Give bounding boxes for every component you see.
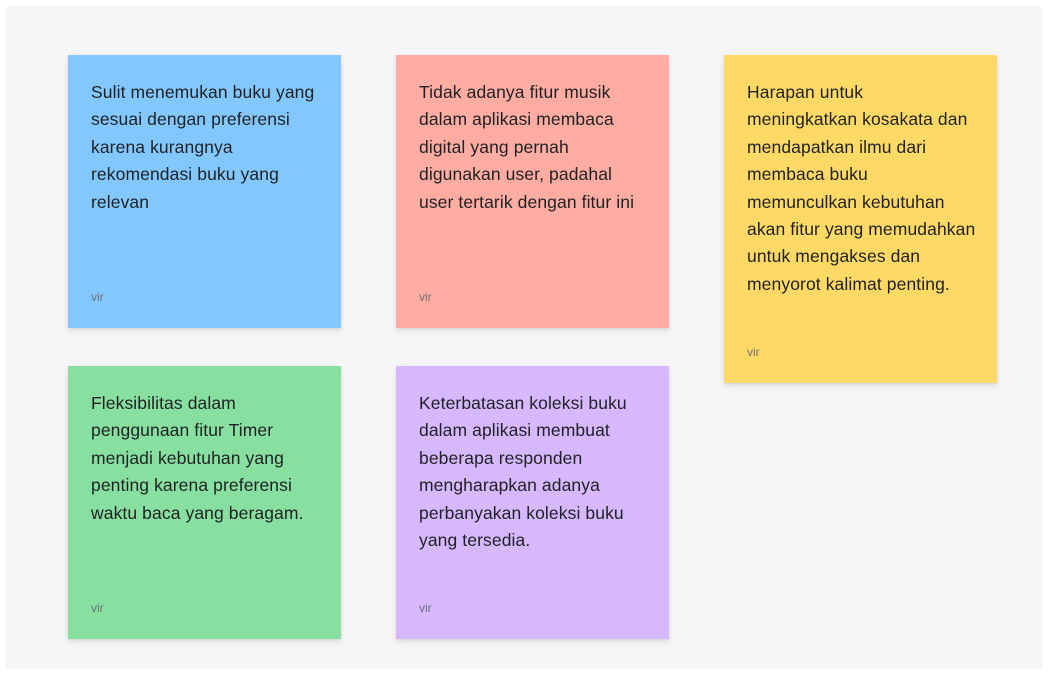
sticky-note-author: vir (91, 290, 104, 304)
sticky-note-author: vir (419, 601, 432, 615)
sticky-note-text[interactable]: Fleksibilitas dalam penggunaan fitur Tim… (91, 390, 321, 527)
sticky-note-text[interactable]: Tidak adanya fitur musik dalam aplikasi … (419, 79, 649, 216)
sticky-note-text[interactable]: Sulit menemukan buku yang sesuai dengan … (91, 79, 321, 216)
sticky-note-author: vir (419, 290, 432, 304)
sticky-note[interactable]: Tidak adanya fitur musik dalam aplikasi … (396, 55, 669, 328)
sticky-note-text[interactable]: Keterbatasan koleksi buku dalam aplikasi… (419, 390, 649, 554)
sticky-note[interactable]: Keterbatasan koleksi buku dalam aplikasi… (396, 366, 669, 639)
sticky-note[interactable]: Fleksibilitas dalam penggunaan fitur Tim… (68, 366, 341, 639)
sticky-note-author: vir (91, 601, 104, 615)
sticky-note[interactable]: Harapan untuk meningkatkan kosakata dan … (724, 55, 997, 383)
sticky-note-author: vir (747, 345, 760, 359)
whiteboard-canvas[interactable]: Sulit menemukan buku yang sesuai dengan … (6, 6, 1042, 669)
sticky-note-text[interactable]: Harapan untuk meningkatkan kosakata dan … (747, 79, 977, 298)
sticky-note[interactable]: Sulit menemukan buku yang sesuai dengan … (68, 55, 341, 328)
